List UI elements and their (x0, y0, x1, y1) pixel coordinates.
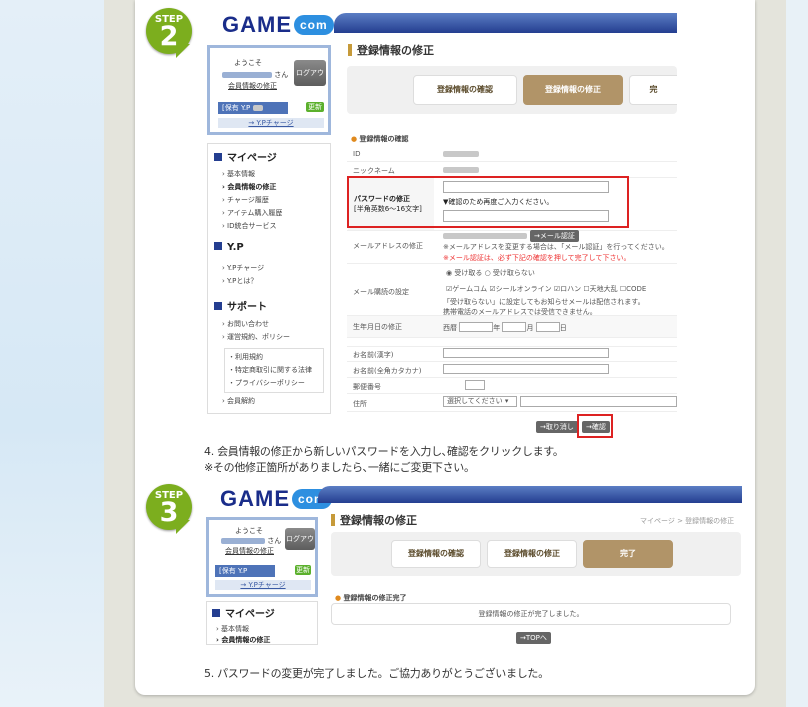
caption-step4: 4. 会員情報の修正から新しいパスワードを入力し､確認をクリックします。 (204, 445, 564, 458)
step-complete: 完了 (583, 540, 673, 568)
postal-input[interactable] (465, 380, 485, 390)
completion-message: 登録情報の修正が完了しました。 (331, 603, 731, 625)
subscribe-note-1: 「受け取らない」に設定してもお知らせメールは配信されます。 (443, 298, 645, 306)
gamecom-logo: GAME com (222, 12, 334, 38)
step-edit: 登録情報の修正 (487, 540, 577, 568)
step-confirm: 登録情報の確認 (413, 75, 517, 105)
update-button[interactable]: 更新 (306, 102, 324, 112)
sidebar-item-contact[interactable]: › お問い合わせ (222, 318, 290, 331)
sidebar-yp-list: › Y.Pチャージ › Y.Pとは？ (222, 262, 264, 288)
sidebar-support-list: › お問い合わせ › 運営規約、ポリシー (222, 318, 290, 344)
birth-selects: 西暦 年 月 日 (443, 322, 567, 332)
sidebar-item-terms[interactable]: ・利用規約 (228, 351, 320, 364)
address-select[interactable]: 選択してください ▾ (443, 396, 517, 407)
sidebar-mypage-list: › 基本情報 › 会員情報の修正 › チャージ履歴 › アイテム購入履歴 › I… (222, 168, 282, 233)
sidebar-item-purchase-history[interactable]: › アイテム購入履歴 (222, 207, 282, 220)
sidebar-item-commerce-law[interactable]: ・特定商取引に関する法律 (228, 364, 320, 377)
caption-step4-note: ※その他修正箇所がありましたら､一緒にご変更下さい。 (204, 461, 475, 474)
logout-button[interactable]: ログアウト (294, 60, 326, 103)
birth-year-select[interactable] (459, 322, 494, 332)
section-heading: ● 登録情報の修正完了 (335, 594, 407, 602)
progress-steps: 登録情報の確認 登録情報の修正 完了 (331, 532, 741, 576)
sidebar-item-edit[interactable]: › 会員情報の修正 (216, 635, 270, 646)
update-button[interactable]: 更新 (295, 565, 311, 575)
top-button[interactable]: →TOPへ (516, 632, 551, 644)
mail-note-2: ※メール認証は、必ず下記の確認を押して完了して下さい。 (443, 254, 631, 262)
page-background-right (786, 0, 808, 707)
mail-note-1: ※メールアドレスを変更する場合は、「メール認証」を行ってください。 (443, 243, 669, 251)
sidebar-section-support: サポート (214, 298, 267, 313)
sidebar-item-charge-history[interactable]: › チャージ履歴 (222, 194, 282, 207)
logout-button[interactable]: ログアウト (285, 528, 315, 565)
gamecom-logo: GAME com (220, 486, 332, 512)
section-heading: ● 登録情報の確認 (351, 135, 409, 143)
row-postal (347, 378, 677, 394)
login-status-box: ようこそ さん 会員情報の修正 ログアウト [保有 Y.P 更新 → Y.Pチャ… (207, 45, 331, 135)
sidebar-item-yp-about[interactable]: › Y.Pとは？ (222, 275, 264, 288)
yp-charge-link[interactable]: → Y.Pチャージ (218, 118, 324, 128)
birth-label: 生年月日の修正 (353, 323, 402, 331)
birth-month-select[interactable] (502, 322, 527, 332)
row-id: ID (347, 146, 677, 162)
mail-label: メールアドレスの修正 (353, 242, 423, 250)
sidebar-item-id-merge[interactable]: › ID統合サービス (222, 220, 282, 233)
birth-day-select[interactable] (535, 322, 560, 332)
caption-step5: 5. パスワードの変更が完了しました。ご協力ありがとうございました。 (204, 667, 549, 680)
login-status-box: ようこそ さん 会員情報の修正 ログアウト [保有 Y.P 更新 → Y.Pチャ… (206, 517, 318, 597)
page-title: 登録情報の修正 (348, 42, 434, 58)
page-title: 登録情報の修正 (331, 512, 417, 528)
name-kanji-input[interactable] (443, 348, 609, 358)
mail-auth-button[interactable]: →メール認証 (530, 230, 579, 242)
header-navbar (318, 486, 742, 503)
subscribe-label: メール購読の設定 (353, 288, 409, 296)
sidebar-item-basic[interactable]: › 基本情報 (222, 168, 282, 181)
sidebar-item-policy[interactable]: › 運営規約、ポリシー (222, 331, 290, 344)
breadcrumb: マイページ > 登録情報の修正 (640, 517, 735, 525)
yp-balance-label: [保有 Y.P (218, 102, 288, 114)
progress-steps: 登録情報の確認 登録情報の修正 完 (347, 66, 677, 114)
yp-balance-label: [保有 Y.P (215, 565, 275, 577)
sidebar-item-yp-charge[interactable]: › Y.Pチャージ (222, 262, 264, 275)
name-kana-input[interactable] (443, 364, 609, 374)
sidebar-mypage-list: › 基本情報 › 会員情報の修正 (216, 624, 270, 646)
step-edit: 登録情報の修正 (523, 75, 623, 105)
sidebar-item-privacy[interactable]: ・プライバシーポリシー (228, 377, 320, 390)
highlight-confirm (577, 414, 613, 438)
sidebar-item-basic[interactable]: › 基本情報 (216, 624, 270, 635)
sidebar-cancel-list: › 会員解約 (222, 395, 255, 408)
sidebar-item-cancel[interactable]: › 会員解約 (222, 395, 255, 408)
sidebar-section-yp: Y.P (214, 242, 244, 253)
radio-not-receive[interactable]: ○ (485, 269, 491, 277)
step-complete: 完 (629, 75, 677, 105)
header-navbar (334, 13, 677, 33)
sidebar-section-mypage: マイページ (212, 605, 275, 620)
yp-charge-link[interactable]: → Y.Pチャージ (215, 580, 311, 590)
page-background-left (0, 0, 104, 707)
service-checkboxes: ☑ゲームコム ☑シールオンライン ☑ロハン ☐天地大乱 ☐CODE (446, 285, 647, 293)
step-2-badge: STEP 2 (146, 8, 194, 66)
highlight-password (347, 176, 629, 228)
step-3-badge: STEP 3 (146, 484, 194, 542)
username-blurred (222, 72, 272, 78)
sidebar-section-mypage: マイページ (214, 149, 277, 164)
step-confirm: 登録情報の確認 (391, 540, 481, 568)
address-input[interactable] (520, 396, 677, 407)
cancel-button[interactable]: →取り消し (536, 421, 578, 433)
sidebar-item-edit[interactable]: › 会員情報の修正 (222, 181, 282, 194)
sidebar-policy-list: ・利用規約 ・特定商取引に関する法律 ・プライバシーポリシー (224, 348, 324, 393)
radio-receive[interactable]: ◉ (446, 269, 452, 277)
edit-member-link[interactable]: 会員情報の修正 (225, 546, 274, 556)
edit-member-link[interactable]: 会員情報の修正 (228, 81, 277, 91)
